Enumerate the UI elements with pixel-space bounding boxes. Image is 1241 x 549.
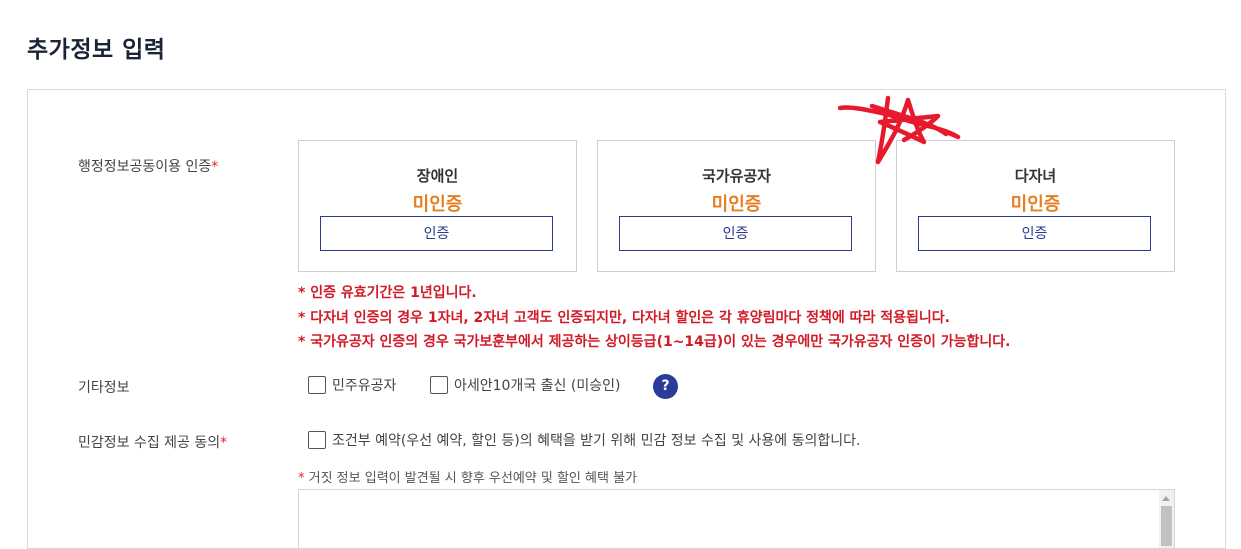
asean-checkbox[interactable] <box>430 376 448 394</box>
sensitive-consent-label-text: 민감정보 수집 제공 동의 <box>78 435 221 451</box>
cert-status: 미인증 <box>711 194 762 215</box>
cert-button-disabled[interactable]: 인증 <box>320 216 553 251</box>
page-title: 추가정보 입력 <box>27 37 166 63</box>
cert-note: * 인증 유효기간은 1년입니다. <box>298 285 477 301</box>
asean-label[interactable]: 아세안10개국 출신 (미승인) <box>454 375 620 395</box>
sensitive-consent-label: 민감정보 수집 제공 동의* <box>78 432 227 452</box>
cert-notes: * 인증 유효기간은 1년입니다. * 다자녀 인증의 경우 1자녀, 2자녀 … <box>298 281 1010 355</box>
cert-status: 미인증 <box>412 194 463 215</box>
democracy-merit-checkbox[interactable] <box>308 376 326 394</box>
sensitive-consent-option: 조건부 예약(우선 예약, 할인 등)의 혜택을 받기 위해 민감 정보 수집 … <box>308 430 860 450</box>
scroll-up-icon[interactable] <box>1162 496 1170 501</box>
democracy-merit-label[interactable]: 민주유공자 <box>332 375 396 395</box>
required-mark: * <box>220 435 228 451</box>
asean-option: 아세안10개국 출신 (미승인) <box>430 375 620 395</box>
cert-note: * 다자녀 인증의 경우 1자녀, 2자녀 고객도 인증되지만, 다자녀 할인은… <box>298 309 950 326</box>
false-info-warning: * 거짓 정보 입력이 발견될 시 향후 우선예약 및 할인 혜택 불가 <box>298 467 637 486</box>
cert-status: 미인증 <box>1010 194 1061 215</box>
sensitive-consent-text[interactable]: 조건부 예약(우선 예약, 할인 등)의 혜택을 받기 위해 민감 정보 수집 … <box>332 430 860 450</box>
cert-card-veteran: 국가유공자 미인증 인증 <box>597 140 876 272</box>
cert-name: 장애인 <box>416 167 459 185</box>
textarea-scrollbar[interactable] <box>1159 490 1174 548</box>
democracy-merit-option: 민주유공자 <box>308 375 396 395</box>
cert-name: 다자녀 <box>1014 167 1057 185</box>
admin-cert-label: 행정정보공동이용 인증* <box>78 156 218 176</box>
warning-text: 거짓 정보 입력이 발견될 시 향후 우선예약 및 할인 혜택 불가 <box>304 471 637 486</box>
cert-name: 국가유공자 <box>701 167 771 185</box>
cert-note: * 국가유공자 인증의 경우 국가보훈부에서 제공하는 상이등급(1~14급)이… <box>298 334 1011 350</box>
cert-button-veteran[interactable]: 인증 <box>619 216 852 251</box>
star-scribble-icon <box>838 95 961 165</box>
scroll-thumb[interactable] <box>1161 506 1172 546</box>
help-icon[interactable]: ? <box>653 374 678 399</box>
cert-button-multichild[interactable]: 인증 <box>918 216 1151 251</box>
required-mark: * <box>211 159 219 175</box>
terms-textarea[interactable] <box>298 489 1175 549</box>
other-info-label: 기타정보 <box>78 380 130 396</box>
cert-card-disabled: 장애인 미인증 인증 <box>298 140 577 272</box>
sensitive-consent-checkbox[interactable] <box>308 431 326 449</box>
admin-cert-label-text: 행정정보공동이용 인증 <box>78 159 212 175</box>
